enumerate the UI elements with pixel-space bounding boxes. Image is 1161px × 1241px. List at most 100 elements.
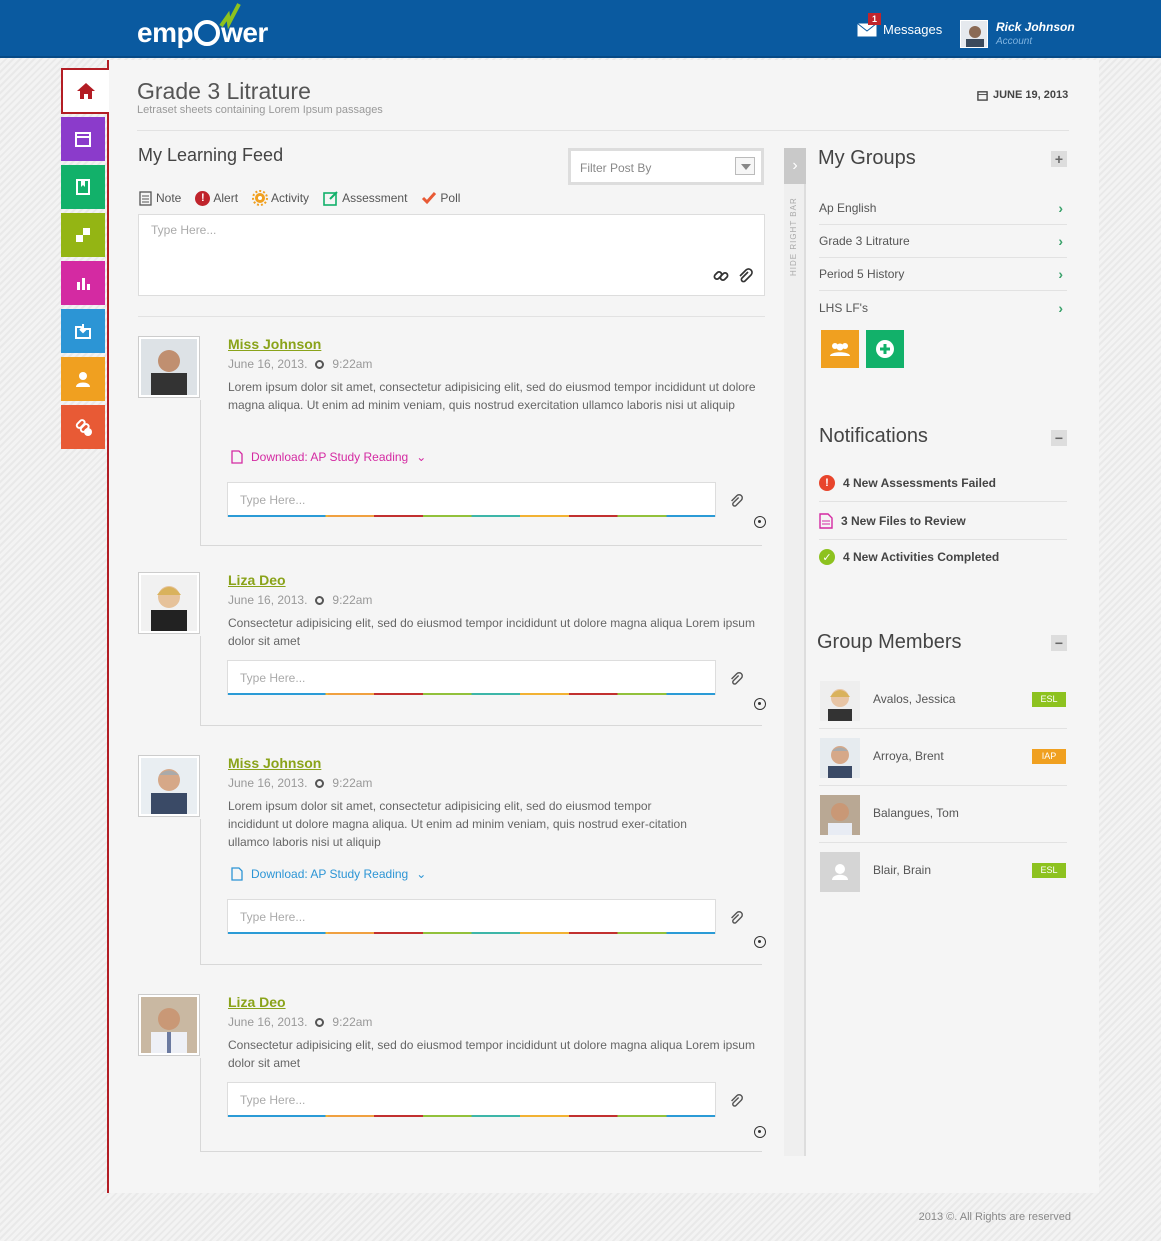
post-avatar[interactable] — [138, 572, 200, 634]
check-icon — [422, 192, 437, 205]
home-icon — [77, 83, 95, 99]
group-item[interactable]: Ap English › — [819, 192, 1067, 225]
nav-folder[interactable] — [61, 309, 105, 353]
filter-post-dropdown[interactable]: Filter Post By — [568, 148, 764, 185]
post-avatar[interactable] — [138, 994, 200, 1056]
more-options-icon[interactable] — [754, 516, 766, 528]
member-item[interactable]: Balangues, Tom — [819, 786, 1067, 843]
member-avatar — [820, 852, 860, 892]
collapse-members-button[interactable]: − — [1051, 635, 1067, 651]
create-group-button[interactable] — [866, 330, 904, 368]
paperclip-icon[interactable] — [728, 671, 744, 687]
notification-item[interactable]: 3 New Files to Review — [819, 506, 1067, 540]
nav-book[interactable] — [61, 165, 105, 209]
note-icon — [139, 190, 152, 206]
nav-chart[interactable] — [61, 261, 105, 305]
date-text: JUNE 19, 2013 — [993, 89, 1069, 101]
member-avatar — [820, 681, 860, 721]
post-time: 9:22am — [332, 357, 373, 371]
page-subtitle: Letraset sheets containing Lorem Ipsum p… — [137, 104, 383, 116]
chevron-right-icon: › — [1058, 300, 1063, 316]
app-logo[interactable]: emp wer — [137, 3, 268, 49]
member-name: Blair, Brain — [873, 863, 932, 877]
notification-text: 4 New Activities Completed — [843, 550, 1000, 564]
hide-right-bar-label: HIDE RIGHT BAR — [789, 197, 798, 276]
member-avatar — [820, 795, 860, 835]
nav-home[interactable] — [61, 68, 109, 114]
user-name: Rick Johnson — [996, 20, 1075, 34]
hide-right-bar[interactable]: › HIDE RIGHT BAR — [784, 148, 806, 1156]
post-author[interactable]: Liza Deo — [228, 572, 286, 588]
post-type-activity[interactable]: Activity — [252, 190, 309, 206]
download-label: Download: AP Study Reading — [251, 867, 409, 881]
user-menu[interactable]: Rick Johnson Account — [960, 20, 1075, 48]
paperclip-icon[interactable] — [728, 910, 744, 926]
reply-input[interactable]: Type Here... — [227, 899, 716, 934]
member-item[interactable]: Arroya, Brent IAP — [819, 729, 1067, 786]
notification-item[interactable]: ✓ 4 New Activities Completed — [819, 542, 1067, 576]
post-avatar[interactable] — [138, 755, 200, 817]
post-date: June 16, 2013. — [228, 776, 308, 790]
post-meta: June 16, 2013. 9:22am — [228, 1015, 372, 1029]
paperclip-icon[interactable] — [728, 493, 744, 509]
reply-input[interactable]: Type Here... — [227, 1082, 716, 1117]
notification-text: 4 New Assessments Failed — [843, 475, 996, 490]
date-display: JUNE 19, 2013 — [977, 89, 1068, 101]
group-name: Ap English — [819, 201, 877, 215]
nav-calendar[interactable] — [61, 117, 105, 161]
post-type-poll[interactable]: Poll — [421, 190, 460, 206]
more-options-icon[interactable] — [754, 698, 766, 710]
nav-people[interactable] — [61, 357, 105, 401]
paperclip-icon[interactable] — [736, 267, 754, 285]
reply-input[interactable]: Type Here... — [227, 482, 716, 517]
footer-copyright: 2013 ©. All Rights are reserved — [918, 1211, 1071, 1223]
paperclip-icon[interactable] — [728, 1093, 744, 1109]
compose-textarea[interactable]: Type Here... — [138, 214, 765, 296]
chevron-right-icon[interactable]: › — [784, 148, 806, 184]
add-group-button[interactable]: + — [1051, 151, 1067, 167]
post-avatar[interactable] — [138, 336, 200, 398]
alert-icon: ! — [195, 190, 211, 206]
download-link[interactable]: Download: AP Study Reading ⌄ — [231, 450, 426, 464]
reply-input[interactable]: Type Here... — [227, 660, 716, 695]
file-icon — [819, 512, 833, 529]
post-meta: June 16, 2013. 9:22am — [228, 357, 372, 371]
group-item[interactable]: LHS LF's › — [819, 292, 1067, 325]
gear-icon — [252, 190, 269, 206]
post-type-assessment-label: Assessment — [342, 191, 408, 205]
feed-divider — [138, 316, 765, 317]
group-name: Grade 3 Litrature — [819, 234, 910, 248]
member-item[interactable]: Blair, Brain ESL — [819, 843, 1067, 900]
group-members-button[interactable] — [821, 330, 859, 368]
post-author[interactable]: Miss Johnson — [228, 336, 321, 352]
account-link[interactable]: Account — [996, 36, 1075, 47]
messages-count-badge: 1 — [868, 13, 881, 25]
collapse-notifications-button[interactable]: − — [1051, 430, 1067, 446]
nav-link-add[interactable] — [61, 405, 105, 449]
post-author[interactable]: Liza Deo — [228, 994, 286, 1010]
post-type-alert[interactable]: ! Alert — [195, 190, 238, 206]
group-item[interactable]: Grade 3 Litrature › — [819, 225, 1067, 258]
more-options-icon[interactable] — [754, 936, 766, 948]
folder-icon — [75, 324, 91, 339]
messages-label: Messages — [883, 22, 943, 37]
post-type-poll-label: Poll — [440, 191, 461, 205]
more-options-icon[interactable] — [754, 1126, 766, 1138]
post-body: Lorem ipsum dolor sit amet, consectetur … — [228, 799, 687, 849]
member-item[interactable]: Avalos, Jessica ESL — [819, 672, 1067, 729]
nav-grid[interactable] — [61, 213, 105, 257]
notification-text: 3 New Files to Review — [841, 513, 966, 528]
download-link[interactable]: Download: AP Study Reading ⌄ — [231, 867, 426, 881]
post-time: 9:22am — [332, 593, 373, 607]
post-type-assessment[interactable]: Assessment — [323, 190, 407, 206]
post-author[interactable]: Miss Johnson — [228, 755, 321, 771]
group-item[interactable]: Period 5 History › — [819, 258, 1067, 291]
link-add-icon — [75, 419, 92, 436]
chevron-down-icon: ⌄ — [416, 450, 427, 464]
link-icon[interactable] — [712, 267, 730, 285]
header-divider — [137, 130, 1069, 131]
post-type-note[interactable]: Note — [138, 190, 181, 206]
chevron-right-icon: › — [1058, 266, 1063, 282]
notification-item[interactable]: ! 4 New Assessments Failed — [819, 468, 1067, 502]
chart-icon — [77, 278, 90, 290]
